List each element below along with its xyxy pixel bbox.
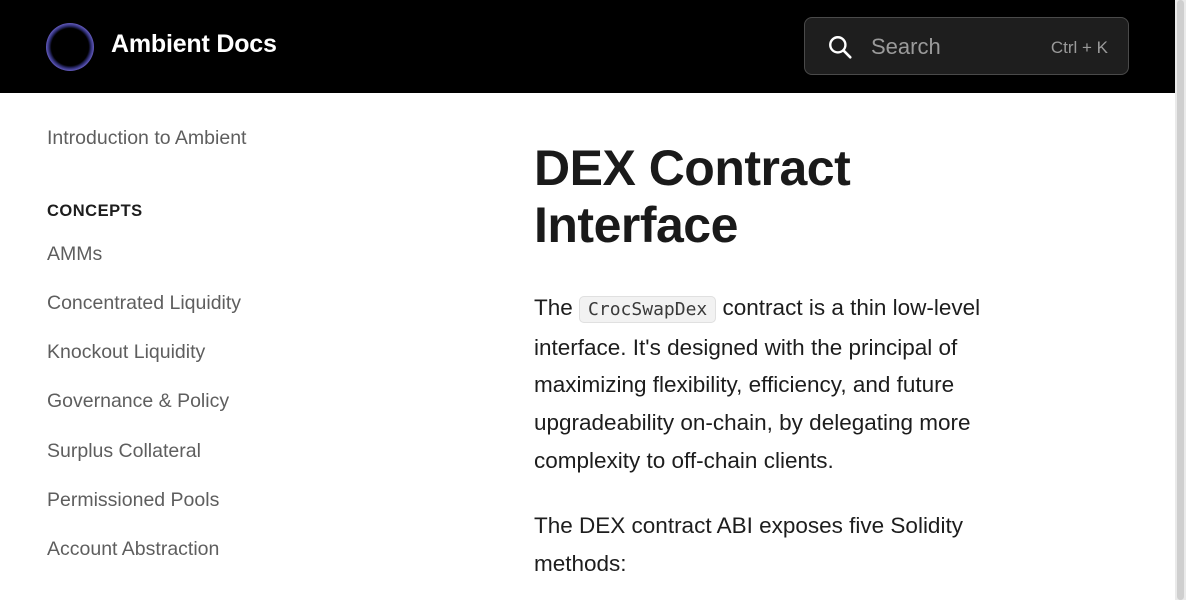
page-title: DEX Contract Interface [534, 140, 851, 253]
brand-title[interactable]: Ambient Docs [111, 30, 277, 59]
sidebar-item-surplus-collateral[interactable]: Surplus Collateral [47, 440, 201, 463]
sidebar-item-account-abstraction[interactable]: Account Abstraction [47, 538, 219, 561]
sidebar-item-concentrated-liquidity[interactable]: Concentrated Liquidity [47, 292, 241, 315]
search-placeholder: Search [871, 34, 941, 59]
sidebar-item-permissioned-pools[interactable]: Permissioned Pools [47, 489, 219, 512]
intro-prefix: The [534, 295, 573, 320]
top-navigation-bar: Ambient Docs Search Ctrl + K [0, 0, 1175, 93]
scrollbar-thumb[interactable] [1177, 0, 1184, 600]
logo-icon[interactable] [46, 23, 94, 71]
sidebar-item-knockout-liquidity[interactable]: Knockout Liquidity [47, 341, 205, 364]
intro-paragraph: The CrocSwapDex contract is a thin low-l… [534, 289, 1054, 480]
search-icon [829, 36, 852, 59]
sidebar-section-concepts: CONCEPTS [47, 202, 143, 220]
abi-paragraph: The DEX contract ABI exposes five Solidi… [534, 513, 963, 576]
sidebar-item-amms[interactable]: AMMs [47, 243, 102, 266]
search-shortcut-hint: Ctrl + K [1050, 38, 1108, 57]
search-box[interactable]: Search Ctrl + K [804, 17, 1129, 75]
contract-name-code: CrocSwapDex [579, 296, 717, 323]
sidebar-item-governance-policy[interactable]: Governance & Policy [47, 390, 229, 413]
sidebar-item-introduction[interactable]: Introduction to Ambient [47, 127, 246, 150]
